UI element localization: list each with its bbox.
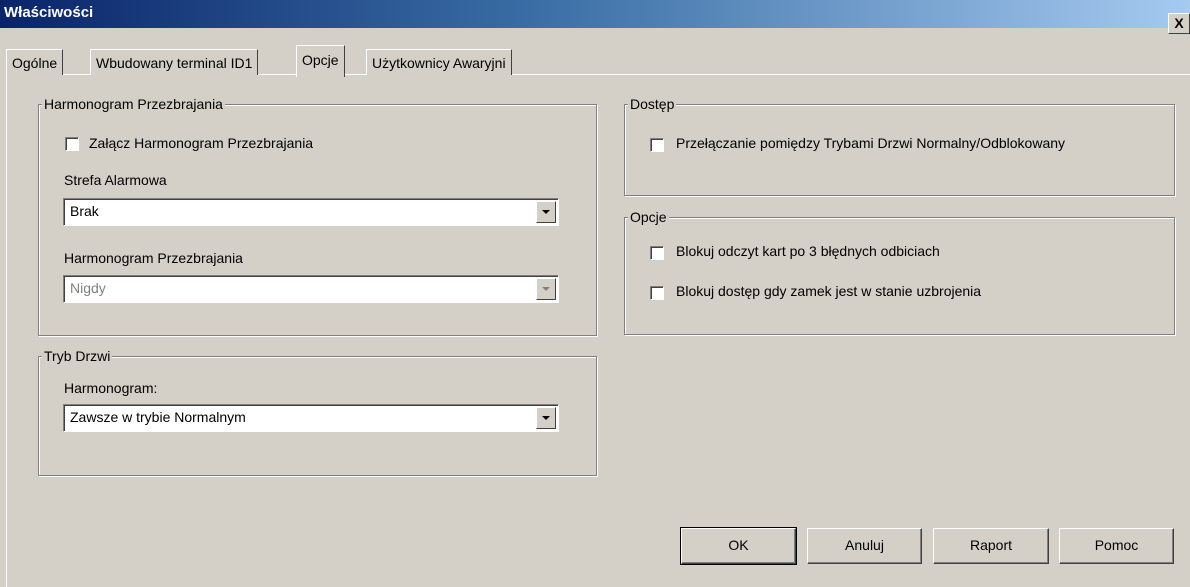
block-armed-checkbox[interactable] bbox=[650, 286, 664, 300]
chevron-down-icon[interactable] bbox=[536, 201, 556, 223]
arming-schedule-select: Nigdy bbox=[63, 275, 559, 303]
close-button[interactable]: X bbox=[1168, 13, 1190, 34]
alarm-zone-select[interactable]: Brak bbox=[63, 198, 559, 226]
arming-schedule-value: Nigdy bbox=[70, 280, 106, 296]
tab-emergency-users[interactable]: Użytkownicy Awaryjni bbox=[366, 49, 512, 75]
block-reading-label[interactable]: Blokuj odczyt kart po 3 błędnych odbicia… bbox=[676, 243, 940, 259]
cancel-button[interactable]: Anuluj bbox=[807, 528, 922, 564]
door-mode-legend: Tryb Drzwi bbox=[42, 348, 113, 364]
tab-general[interactable]: Ogólne bbox=[6, 49, 64, 75]
chevron-down-icon[interactable] bbox=[536, 407, 556, 429]
enable-arming-schedule-label[interactable]: Załącz Harmonogram Przezbrajania bbox=[89, 135, 313, 151]
block-reading-checkbox[interactable] bbox=[650, 246, 664, 260]
block-armed-label[interactable]: Blokuj dostęp gdy zamek jest w stanie uz… bbox=[676, 283, 981, 299]
door-schedule-label: Harmonogram: bbox=[64, 380, 158, 396]
access-legend: Dostęp bbox=[628, 96, 677, 112]
tab-builtin-terminal[interactable]: Wbudowany terminal ID1 bbox=[90, 49, 259, 75]
enable-arming-schedule-checkbox[interactable] bbox=[65, 137, 79, 151]
door-schedule-value: Zawsze w trybie Normalnym bbox=[70, 409, 246, 425]
mode-toggle-checkbox[interactable] bbox=[650, 138, 664, 152]
alarm-zone-value: Brak bbox=[70, 203, 99, 219]
report-button[interactable]: Raport bbox=[933, 528, 1049, 564]
options-group bbox=[624, 217, 1175, 335]
chevron-down-icon bbox=[536, 278, 556, 300]
arming-schedule-legend: Harmonogram Przezbrajania bbox=[42, 96, 225, 112]
mode-toggle-label[interactable]: Przełączanie pomiędzy Trybami Drzwi Norm… bbox=[676, 135, 1065, 151]
window-title: Właściwości bbox=[4, 4, 94, 21]
options-legend: Opcje bbox=[628, 209, 669, 225]
tab-options[interactable]: Opcje bbox=[296, 45, 345, 77]
title-bar bbox=[0, 0, 1190, 28]
alarm-zone-label: Strefa Alarmowa bbox=[64, 172, 167, 188]
arming-schedule-label: Harmonogram Przezbrajania bbox=[64, 250, 243, 266]
help-button[interactable]: Pomoc bbox=[1059, 528, 1174, 564]
door-schedule-select[interactable]: Zawsze w trybie Normalnym bbox=[63, 404, 559, 432]
ok-button[interactable]: OK bbox=[680, 527, 797, 565]
